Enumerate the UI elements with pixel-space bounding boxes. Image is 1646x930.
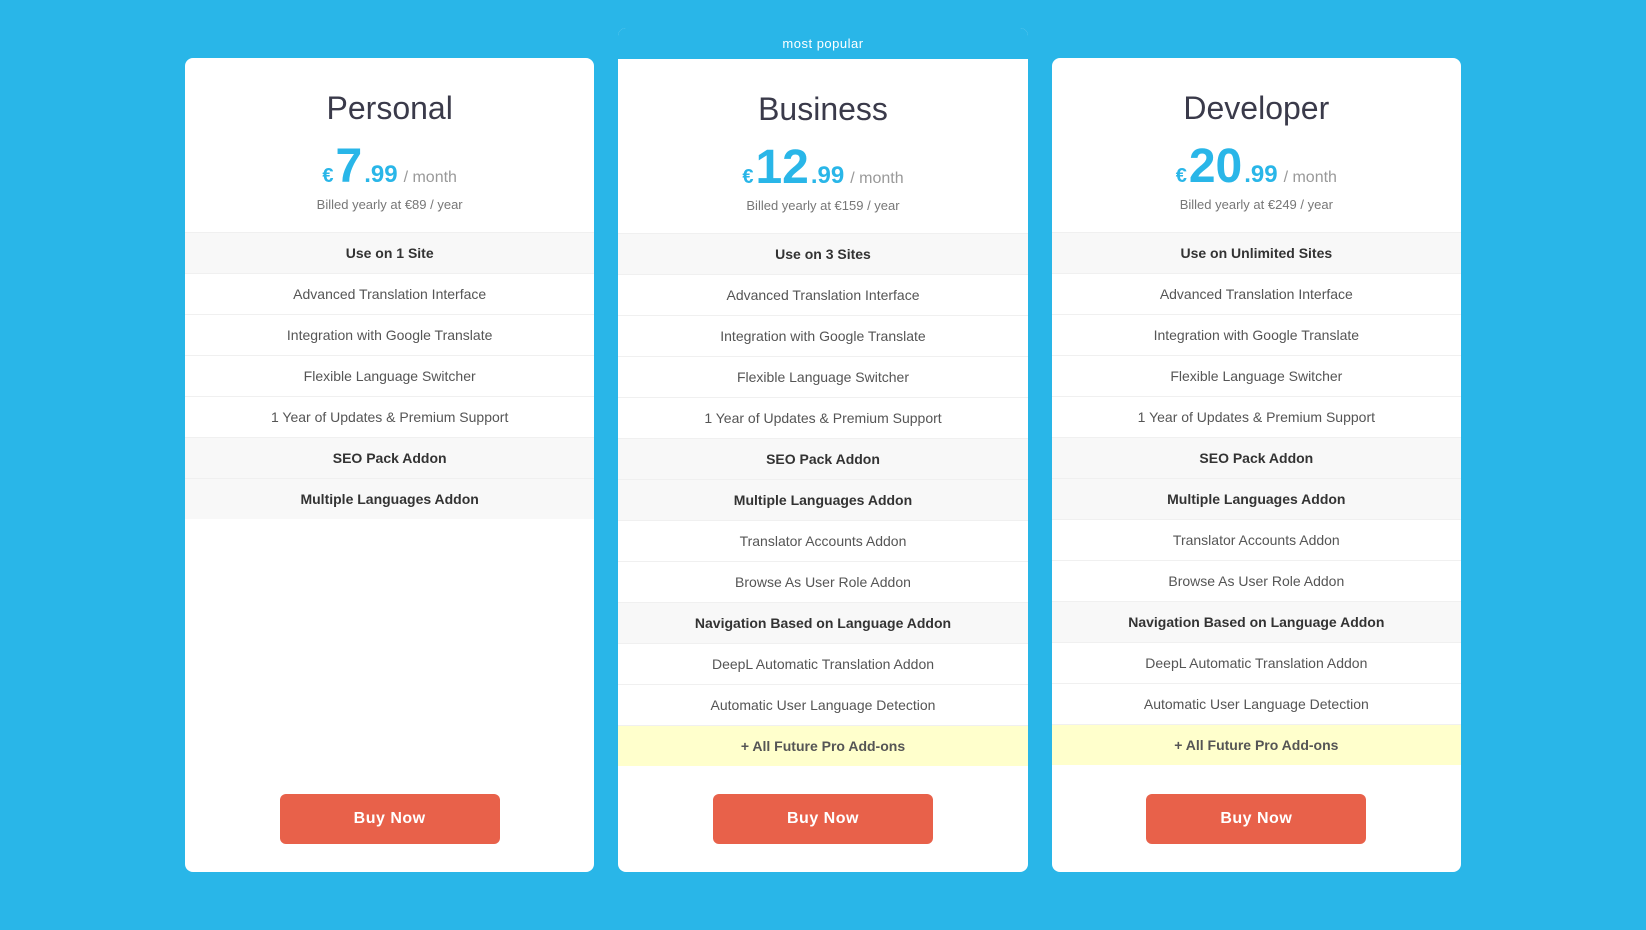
feature-row-business-1: Advanced Translation Interface bbox=[618, 274, 1027, 315]
feature-row-developer-5: SEO Pack Addon bbox=[1052, 437, 1461, 478]
buy-button-personal[interactable]: Buy Now bbox=[280, 794, 500, 844]
price-billed: Billed yearly at €249 / year bbox=[1076, 197, 1437, 212]
feature-row-personal-5: SEO Pack Addon bbox=[185, 437, 594, 478]
feature-row-developer-8: Browse As User Role Addon bbox=[1052, 560, 1461, 601]
feature-row-developer-0: Use on Unlimited Sites bbox=[1052, 232, 1461, 273]
feature-row-developer-10: DeepL Automatic Translation Addon bbox=[1052, 642, 1461, 683]
plan-name-business: Business bbox=[642, 91, 1003, 128]
feature-row-developer-7: Translator Accounts Addon bbox=[1052, 519, 1461, 560]
price-period: / month bbox=[1284, 169, 1337, 187]
plan-header-developer: Developer € 20.99 / month Billed yearly … bbox=[1052, 58, 1461, 232]
feature-row-business-0: Use on 3 Sites bbox=[618, 233, 1027, 274]
feature-row-business-9: Navigation Based on Language Addon bbox=[618, 602, 1027, 643]
plan-footer-developer: Buy Now bbox=[1052, 766, 1461, 872]
price-billed: Billed yearly at €159 / year bbox=[642, 198, 1003, 213]
price-cents: .99 bbox=[1244, 163, 1277, 187]
feature-row-personal-2: Integration with Google Translate bbox=[185, 314, 594, 355]
feature-row-business-5: SEO Pack Addon bbox=[618, 438, 1027, 479]
buy-button-business[interactable]: Buy Now bbox=[713, 794, 933, 844]
feature-row-business-12: + All Future Pro Add-ons bbox=[618, 725, 1027, 766]
feature-row-personal-1: Advanced Translation Interface bbox=[185, 273, 594, 314]
plan-card-developer: Developer € 20.99 / month Billed yearly … bbox=[1052, 58, 1461, 872]
plan-card-business: most popular Business € 12.99 / month Bi… bbox=[618, 28, 1027, 872]
feature-row-developer-3: Flexible Language Switcher bbox=[1052, 355, 1461, 396]
feature-row-developer-2: Integration with Google Translate bbox=[1052, 314, 1461, 355]
feature-row-personal-0: Use on 1 Site bbox=[185, 232, 594, 273]
feature-row-business-2: Integration with Google Translate bbox=[618, 315, 1027, 356]
price-period: / month bbox=[850, 170, 903, 188]
feature-row-business-8: Browse As User Role Addon bbox=[618, 561, 1027, 602]
buy-button-developer[interactable]: Buy Now bbox=[1146, 794, 1366, 844]
price-currency: € bbox=[322, 166, 333, 186]
feature-row-developer-6: Multiple Languages Addon bbox=[1052, 478, 1461, 519]
plan-price-developer: € 20.99 / month bbox=[1076, 143, 1437, 191]
feature-row-personal-6: Multiple Languages Addon bbox=[185, 478, 594, 519]
feature-row-personal-4: 1 Year of Updates & Premium Support bbox=[185, 396, 594, 437]
feature-row-business-4: 1 Year of Updates & Premium Support bbox=[618, 397, 1027, 438]
price-period: / month bbox=[404, 169, 457, 187]
plan-header-personal: Personal € 7.99 / month Billed yearly at… bbox=[185, 58, 594, 232]
feature-row-business-7: Translator Accounts Addon bbox=[618, 520, 1027, 561]
feature-row-developer-1: Advanced Translation Interface bbox=[1052, 273, 1461, 314]
most-popular-banner: most popular bbox=[618, 28, 1027, 59]
price-amount: 20 bbox=[1189, 143, 1242, 191]
feature-row-business-3: Flexible Language Switcher bbox=[618, 356, 1027, 397]
plan-header-business: Business € 12.99 / month Billed yearly a… bbox=[618, 59, 1027, 233]
feature-row-personal-3: Flexible Language Switcher bbox=[185, 355, 594, 396]
price-amount: 12 bbox=[755, 144, 808, 192]
feature-row-developer-12: + All Future Pro Add-ons bbox=[1052, 724, 1461, 765]
plan-name-developer: Developer bbox=[1076, 90, 1437, 127]
feature-row-business-11: Automatic User Language Detection bbox=[618, 684, 1027, 725]
plan-card-personal: Personal € 7.99 / month Billed yearly at… bbox=[185, 58, 594, 872]
plan-price-business: € 12.99 / month bbox=[642, 144, 1003, 192]
price-cents: .99 bbox=[811, 164, 844, 188]
plan-features-business: Use on 3 SitesAdvanced Translation Inter… bbox=[618, 233, 1027, 766]
plan-footer-business: Buy Now bbox=[618, 766, 1027, 872]
plan-name-personal: Personal bbox=[209, 90, 570, 127]
price-amount: 7 bbox=[336, 143, 363, 191]
feature-row-developer-9: Navigation Based on Language Addon bbox=[1052, 601, 1461, 642]
price-currency: € bbox=[1176, 166, 1187, 186]
plan-price-personal: € 7.99 / month bbox=[209, 143, 570, 191]
price-billed: Billed yearly at €89 / year bbox=[209, 197, 570, 212]
plan-features-developer: Use on Unlimited SitesAdvanced Translati… bbox=[1052, 232, 1461, 766]
pricing-container: Personal € 7.99 / month Billed yearly at… bbox=[173, 58, 1473, 872]
price-cents: .99 bbox=[364, 163, 397, 187]
price-currency: € bbox=[742, 167, 753, 187]
feature-row-developer-4: 1 Year of Updates & Premium Support bbox=[1052, 396, 1461, 437]
feature-row-business-10: DeepL Automatic Translation Addon bbox=[618, 643, 1027, 684]
feature-row-business-6: Multiple Languages Addon bbox=[618, 479, 1027, 520]
plan-features-personal: Use on 1 SiteAdvanced Translation Interf… bbox=[185, 232, 594, 766]
plan-footer-personal: Buy Now bbox=[185, 766, 594, 872]
feature-row-developer-11: Automatic User Language Detection bbox=[1052, 683, 1461, 724]
